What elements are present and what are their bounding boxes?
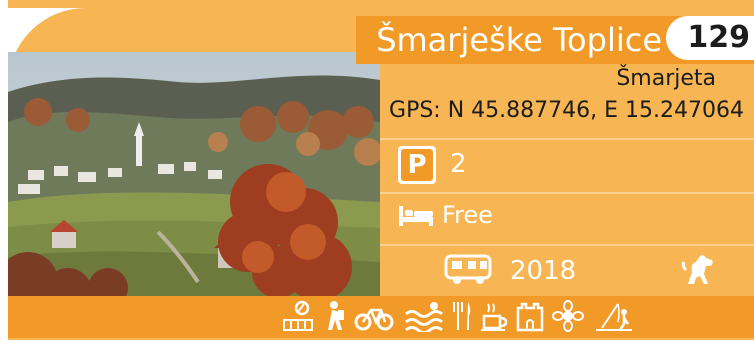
divider xyxy=(380,138,754,140)
top-stripe xyxy=(8,0,754,8)
gps-coordinates: GPS: N 45.887746, E 15.247064 xyxy=(389,98,744,123)
swimming-icon xyxy=(404,300,443,332)
parking-icon: P xyxy=(398,146,436,184)
tennis-icon xyxy=(282,300,314,332)
parking-spaces: 2 xyxy=(450,149,467,179)
hiking-icon xyxy=(318,300,350,332)
fishing-icon xyxy=(594,300,632,332)
castle-icon xyxy=(514,300,546,332)
cycling-icon xyxy=(354,300,394,332)
overnight-price: Free xyxy=(442,201,493,229)
year: 2018 xyxy=(510,256,577,286)
divider xyxy=(380,192,754,194)
dog-icon xyxy=(678,250,718,290)
site-title: Šmarješke Toplice xyxy=(376,21,662,59)
cafe-icon xyxy=(478,300,510,332)
location-photo xyxy=(8,52,380,304)
divider xyxy=(380,244,754,246)
site-number: 129 xyxy=(687,20,750,55)
bed-icon xyxy=(398,200,434,228)
flower-icon xyxy=(552,300,584,332)
camper-icon xyxy=(444,252,494,286)
city-name: Šmarjeta xyxy=(616,66,716,91)
